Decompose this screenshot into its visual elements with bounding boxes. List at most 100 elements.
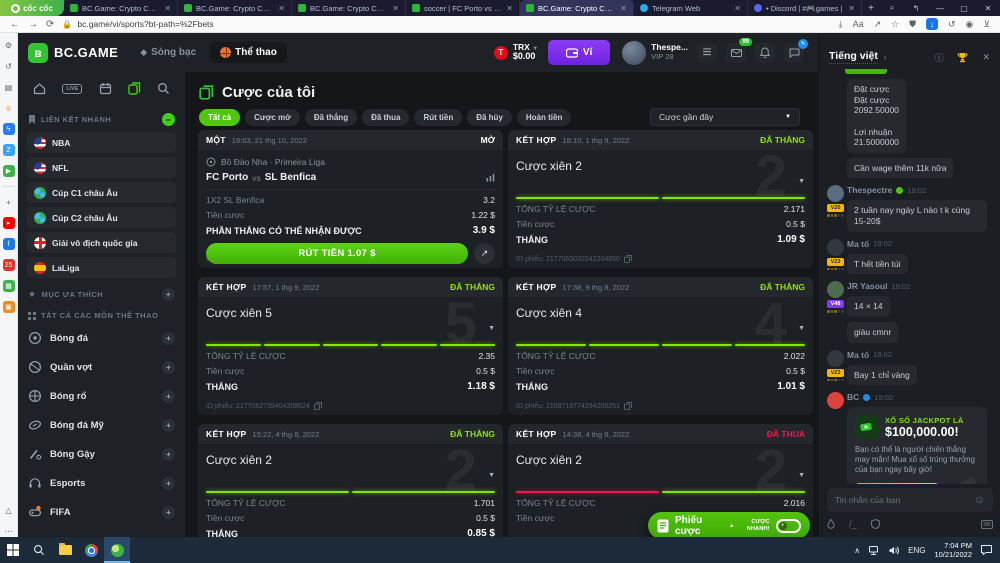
rain-drop-icon[interactable]	[827, 519, 835, 529]
gif-keyboard-icon[interactable]	[981, 519, 993, 529]
sort-dropdown[interactable]: Cược gần đây ▼	[650, 108, 800, 126]
new-tab-button[interactable]: +	[862, 0, 880, 16]
chat-close-icon[interactable]: ✕	[982, 52, 990, 63]
more-icon[interactable]: ⋯	[3, 525, 15, 537]
sidebar-item-gi-i-v-ch-qu-c-gia[interactable]: Giải vô địch quốc gia	[27, 232, 176, 253]
bet-card[interactable]: KẾT HỢP 18:10, 1 thg 9, 2022 ĐÃ THẮNG ID ph…	[508, 130, 813, 268]
sidebar-item-nfl[interactable]: NFL	[27, 157, 176, 178]
bet-slip-button[interactable]: Phiếu cược ▲ CƯỢC NHANH! +	[648, 512, 810, 537]
translate-icon[interactable]: Aa	[853, 19, 864, 29]
language-indicator[interactable]: ENG	[908, 546, 925, 555]
reading-list-icon[interactable]: ▤	[3, 81, 15, 93]
url-field[interactable]: 🔒 bc.game/vi/sports?bt-path=%2Fbets	[62, 19, 830, 29]
window-maximize-button[interactable]: ▢	[952, 4, 976, 13]
expand-tennis-button[interactable]: +	[162, 360, 175, 374]
reload-button[interactable]: ⟳	[46, 19, 54, 30]
filter--th-ng[interactable]: Đã thắng	[304, 109, 358, 126]
bet-list-button[interactable]: ≡	[697, 42, 717, 63]
add-icon[interactable]: +	[3, 196, 15, 208]
expand-caret-icon[interactable]: ▼	[798, 472, 805, 479]
quick-bet-toggle[interactable]: +	[775, 518, 801, 533]
browser-tab[interactable]: BC.Game: Crypto Casino ✕	[178, 0, 292, 16]
bet-card[interactable]: KẾT HỢP 17:57, 1 thg 9, 2022 ĐÃ THẮNG ID ph…	[198, 277, 503, 415]
collapse-quick-links-button[interactable]: −	[162, 113, 175, 126]
chrome-button[interactable]	[78, 537, 104, 563]
trophy-icon[interactable]	[957, 52, 968, 63]
taskbar-search-button[interactable]	[26, 537, 52, 563]
share-bet-button[interactable]: ↗	[474, 243, 495, 264]
filter-r-t-ti-n[interactable]: Rút tiền	[414, 109, 463, 126]
tab-close-icon[interactable]: ✕	[734, 4, 741, 13]
speaker-icon[interactable]	[889, 546, 899, 555]
window-minimize-button[interactable]: —	[928, 4, 952, 13]
profile-icon[interactable]: ◉	[966, 19, 974, 30]
action-center-icon[interactable]	[981, 545, 992, 555]
cart-icon[interactable]: ▣	[2, 301, 15, 313]
emoji-icon[interactable]: ☺	[974, 494, 985, 506]
history-icon[interactable]: ↺	[3, 60, 15, 72]
sidebar-item-nba[interactable]: NBA	[27, 132, 176, 153]
expand-fifa-button[interactable]: +	[162, 505, 175, 519]
browser-tab[interactable]: BC.Game: Crypto Casino ✕	[292, 0, 406, 16]
back-button[interactable]: ←	[10, 19, 20, 30]
chat-rules-icon[interactable]: ⓘ	[934, 51, 943, 64]
expand-esports-button[interactable]: +	[162, 476, 175, 490]
buy-ticket-button[interactable]: Mua vé	[855, 482, 939, 484]
bet-card[interactable]: MỘT19:03, 21 thg 10, 2022MỞID phiếu: 218…	[198, 130, 503, 268]
crown-icon[interactable]: ♕	[3, 102, 15, 114]
youtube-icon[interactable]: ▸	[2, 217, 15, 229]
browser-tab[interactable]: • Discord | #🎮games | ✕	[748, 0, 862, 16]
adblock-shield-icon[interactable]: ⛊	[909, 19, 916, 30]
downloads-tray-icon[interactable]: ⊻	[983, 19, 990, 30]
trx-coin-icon[interactable]: T	[493, 45, 508, 60]
calendar-icon[interactable]	[99, 82, 112, 95]
file-explorer-button[interactable]	[52, 537, 78, 563]
nav-sports[interactable]: Thể thao	[210, 42, 287, 63]
tab-close-icon[interactable]: ✕	[278, 4, 285, 13]
tab-close-icon[interactable]: ✕	[392, 4, 399, 13]
tab-close-icon[interactable]: ✕	[620, 4, 627, 13]
filter-t-t-c-[interactable]: Tất cả	[199, 109, 241, 126]
home-icon[interactable]	[33, 82, 46, 95]
messenger-icon[interactable]: ϟ	[2, 123, 15, 135]
stats-icon[interactable]	[486, 173, 495, 182]
settings-gear-icon[interactable]: ⚙	[3, 39, 15, 51]
history-sync-icon[interactable]: ↺	[948, 19, 956, 30]
inbox-button[interactable]: 99	[726, 37, 752, 63]
filter--h-y[interactable]: Đã hủy	[467, 109, 512, 126]
user-avatar[interactable]	[622, 40, 647, 65]
copy-icon[interactable]	[313, 402, 322, 410]
filter-ho-n-ti-n[interactable]: Hoàn tiền	[516, 109, 572, 126]
sidebar-sport-basketball[interactable]: Bóng rổ +	[28, 384, 175, 408]
bcgame-logo-text[interactable]: BC.GAME	[54, 45, 118, 60]
sidebar-sport-football[interactable]: Bóng đá Mỹ +	[28, 413, 175, 437]
forward-button[interactable]: →	[28, 19, 38, 30]
window-close-button[interactable]: ✕	[976, 4, 1000, 13]
sidebar-sport-cricket[interactable]: Bóng Gậy +	[28, 442, 175, 466]
taskbar-clock[interactable]: 7:04 PM 10/21/2022	[934, 541, 972, 560]
tab-close-icon[interactable]: ✕	[848, 4, 855, 13]
sale-badge-icon[interactable]: 25	[2, 259, 15, 271]
sidebar-sport-esports[interactable]: Esports +	[28, 471, 175, 495]
bet-card[interactable]: KẾT HỢP 15:22, 4 thg 8, 2022 ĐÃ THẮNG Cược …	[198, 424, 503, 537]
expand-caret-icon[interactable]: ▼	[798, 178, 805, 185]
browser-tab[interactable]: BC.Game: Crypto Casino ✕	[520, 0, 634, 16]
moderation-icon[interactable]	[870, 519, 880, 529]
download-manager-icon[interactable]: ↓	[926, 18, 938, 30]
browser-tab[interactable]: BC.Game: Crypto Casino ✕	[64, 0, 178, 16]
bell-dot-icon[interactable]: △	[3, 504, 15, 516]
tab-search-icon[interactable]: ⌕	[880, 3, 904, 13]
live-icon[interactable]: LIVE	[62, 83, 83, 94]
bet-card[interactable]: KẾT HỢP 17:38, 9 thg 8, 2022 ĐÃ THẮNG ID ph…	[508, 277, 813, 415]
expand-caret-icon[interactable]: ▼	[488, 325, 495, 332]
copy-icon[interactable]	[623, 402, 632, 410]
add-favorite-button[interactable]: +	[162, 288, 175, 301]
nav-casino[interactable]: ◆ Sòng bạc	[140, 47, 196, 58]
user-info[interactable]: Thespe... VIP 28	[651, 43, 688, 61]
command-slash-icon[interactable]: /_	[849, 519, 857, 529]
bookmark-star-icon[interactable]: ☆	[891, 19, 899, 30]
notifications-button[interactable]	[755, 42, 775, 63]
wallet-button[interactable]: Ví	[548, 40, 611, 65]
save-page-icon[interactable]: ⤓	[839, 19, 843, 30]
expand-soccer-button[interactable]: +	[162, 331, 175, 345]
